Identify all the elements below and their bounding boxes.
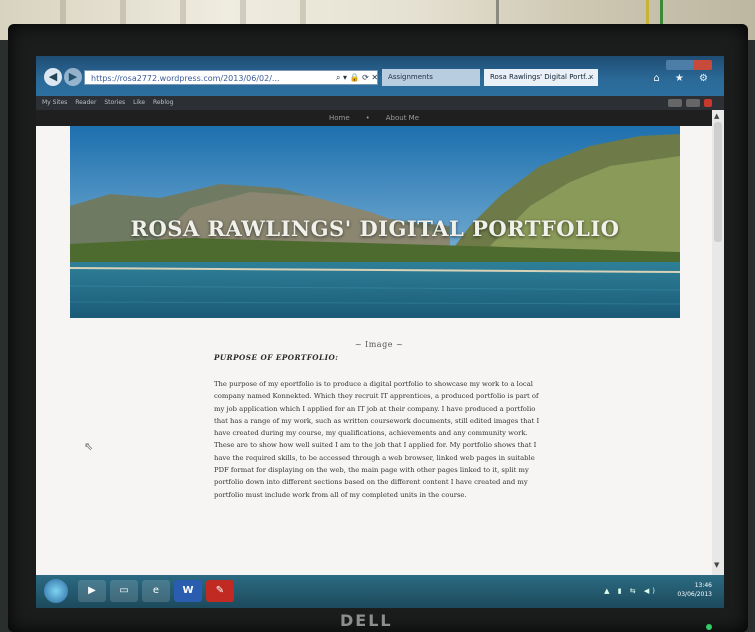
favorites-item[interactable]: Reader	[75, 99, 96, 106]
post-content: ~ Image ~ Purpose Of Eportfolio: The pur…	[214, 340, 544, 501]
tab-portfolio[interactable]: Rosa Rawlings' Digital Portf... ×	[484, 69, 598, 86]
start-button[interactable]	[44, 579, 68, 603]
clock-date: 03/06/2013	[677, 591, 712, 598]
windows-taskbar: ▶ ▭ e W ✎ ▲ ▮ ⇆ ◀) 13:46 03/06/2013	[36, 575, 724, 608]
nav-home[interactable]: Home	[329, 114, 350, 122]
address-bar[interactable]: https://rosa2772.wordpress.com/2013/06/0…	[84, 70, 378, 85]
back-icon: ◀	[48, 70, 58, 83]
mouse-cursor-icon: ⇖	[84, 440, 94, 453]
tab-label: Rosa Rawlings' Digital Portf...	[490, 73, 592, 81]
tab-assignments[interactable]: Assignments	[382, 69, 480, 86]
clock-time: 13:46	[694, 582, 712, 589]
nav-separator: •	[365, 114, 370, 122]
media-player-icon[interactable]: ▶	[78, 580, 106, 602]
forward-button[interactable]: ▶	[64, 68, 82, 86]
web-page: Home • About Me ROSA RAWLINGS' DIGITAL P…	[36, 110, 712, 575]
scrollbar-thumb[interactable]	[714, 122, 722, 242]
scroll-up-icon[interactable]: ▲	[714, 112, 719, 120]
write-post-icon[interactable]	[704, 99, 712, 107]
forward-icon: ▶	[68, 70, 78, 83]
system-tray-icons[interactable]: ▲ ▮ ⇆ ◀)	[604, 587, 658, 595]
favorites-item[interactable]: Like	[133, 99, 145, 106]
clock[interactable]: 13:46 03/06/2013	[677, 581, 712, 599]
purpose-paragraph: The purpose of my eportfolio is to produ…	[214, 380, 540, 499]
browser-tools-icons[interactable]: ⌂ ★ ⚙	[653, 73, 714, 84]
site-title[interactable]: ROSA RAWLINGS' DIGITAL PORTFOLIO	[70, 216, 680, 241]
image-placeholder-label: ~ Image ~	[354, 340, 404, 349]
back-button[interactable]: ◀	[44, 68, 62, 86]
window-controls[interactable]	[666, 60, 712, 70]
notifications-icon[interactable]	[668, 99, 682, 107]
nav-about-me[interactable]: About Me	[386, 114, 419, 122]
power-led	[706, 624, 712, 630]
section-heading: Purpose Of Eportfolio:	[214, 353, 339, 362]
favorites-item[interactable]: Reblog	[153, 99, 174, 106]
site-nav: Home • About Me	[36, 110, 712, 126]
tab-label: Assignments	[388, 73, 433, 81]
monitor-brand-logo: DELL	[340, 611, 393, 630]
favorites-item[interactable]: My Sites	[42, 99, 67, 106]
internet-explorer-icon[interactable]: e	[142, 580, 170, 602]
pdf-reader-icon[interactable]: ✎	[206, 580, 234, 602]
favorites-item[interactable]: Stories	[104, 99, 125, 106]
favorites-bar: My Sites Reader Stories Like Reblog	[36, 96, 724, 110]
header-image: ROSA RAWLINGS' DIGITAL PORTFOLIO	[70, 126, 680, 318]
monitor-screen: ◀ ▶ https://rosa2772.wordpress.com/2013/…	[36, 56, 724, 608]
profile-icon[interactable]	[686, 99, 700, 107]
scroll-down-icon[interactable]: ▼	[714, 561, 719, 569]
browser-titlebar: ◀ ▶ https://rosa2772.wordpress.com/2013/…	[36, 56, 724, 96]
address-bar-icons[interactable]: ⌕ ▾ 🔒 ⟳ ✕	[336, 70, 378, 85]
vertical-scrollbar[interactable]: ▲ ▼	[712, 110, 724, 575]
close-tab-icon[interactable]: ×	[588, 69, 594, 86]
word-icon[interactable]: W	[174, 580, 202, 602]
file-explorer-icon[interactable]: ▭	[110, 580, 138, 602]
